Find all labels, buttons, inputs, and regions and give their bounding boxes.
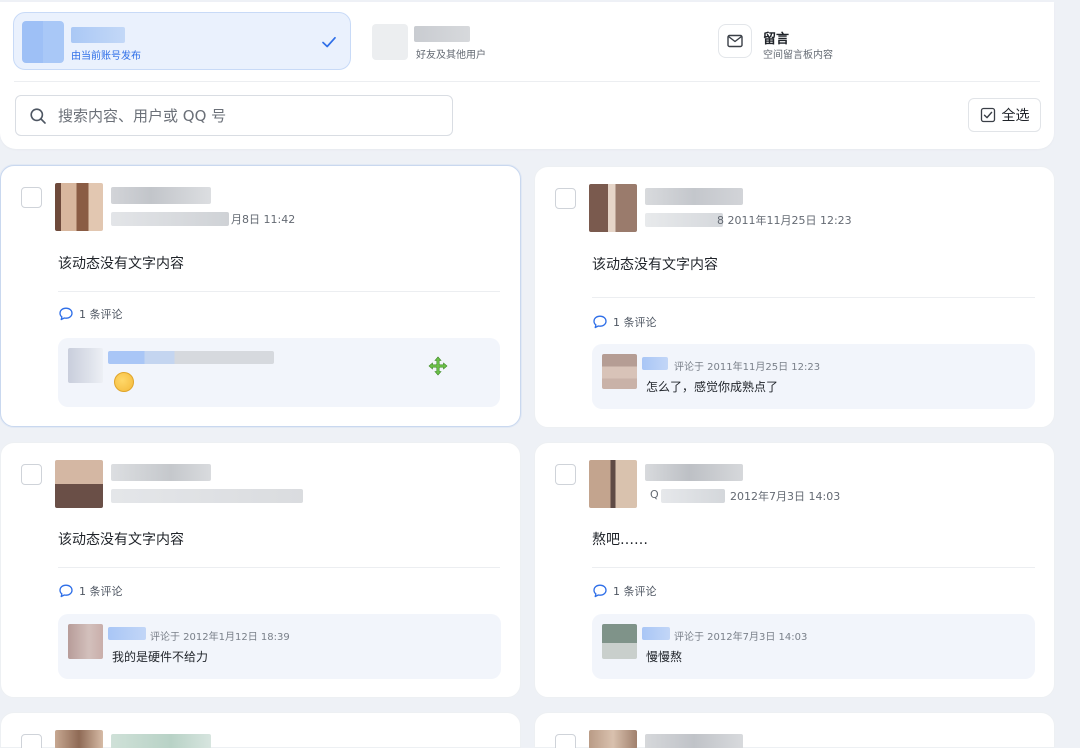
filter-tab-guestbook-subtitle: 空间留言板内容	[763, 50, 833, 61]
comment-count[interactable]: 1 条评论	[58, 306, 123, 322]
filter-tab-friends[interactable]: 好友及其他用户	[370, 12, 670, 70]
avatar	[22, 21, 64, 63]
avatar	[589, 184, 637, 232]
account-name-blurred	[71, 27, 125, 43]
comment-icon	[593, 584, 607, 598]
post-card[interactable]: 该动态没有文字内容 1 条评论 评论于 2012年1月12日 18:39 我的是…	[0, 442, 521, 698]
divider	[58, 567, 500, 568]
username-blurred	[645, 464, 743, 481]
post-card[interactable]	[0, 712, 521, 748]
post-card[interactable]	[534, 712, 1055, 748]
divider	[592, 297, 1035, 298]
post-checkbox[interactable]	[555, 464, 576, 485]
filter-tab-guestbook-title: 留言	[763, 32, 790, 47]
comment-text: 怎么了，感觉你成熟点了	[646, 380, 779, 394]
username-blurred	[111, 734, 211, 748]
comment-icon	[59, 584, 73, 598]
friends-title-blurred	[414, 26, 470, 42]
post-checkbox[interactable]	[555, 734, 576, 748]
comment-item: 评论于 2011年11月25日 12:23 怎么了，感觉你成熟点了	[592, 344, 1035, 409]
mail-icon	[718, 24, 752, 58]
filter-tab-mine[interactable]: 由当前账号发布	[13, 12, 351, 70]
avatar	[589, 460, 637, 508]
post-date: 8 2011年11月25日 12:23	[717, 214, 852, 227]
checkbox-icon	[980, 107, 995, 123]
qq-number-blurred	[645, 213, 723, 227]
avatar	[55, 730, 103, 748]
post-text: 熬吧……	[592, 532, 648, 548]
username-blurred	[645, 188, 743, 205]
comment-item: 评论于 2012年1月12日 18:39 我的是硬件不给力	[58, 614, 501, 679]
comment-meta: 评论于 2012年1月12日 18:39	[150, 632, 290, 643]
post-text: 该动态没有文字内容	[58, 256, 184, 272]
comment-item: 评论于 2012年7月3日 14:03 慢慢熬	[592, 614, 1035, 679]
username-blurred	[111, 187, 211, 204]
commenter-name-blurred	[642, 357, 668, 370]
friends-thumbnail	[372, 24, 408, 60]
divider	[58, 291, 500, 292]
commenter-avatar	[602, 354, 637, 389]
search-icon	[30, 108, 46, 124]
comment-icon	[593, 315, 607, 329]
post-text: 该动态没有文字内容	[592, 257, 718, 273]
avatar	[55, 183, 103, 231]
commenter-name-blurred	[108, 627, 146, 640]
comment-icon	[59, 307, 73, 321]
yawning-face-icon	[114, 372, 134, 392]
qq-number-blurred	[661, 489, 725, 503]
comment-meta: 评论于 2012年7月3日 14:03	[674, 632, 808, 643]
avatar	[55, 460, 103, 508]
comment-count-label: 1 条评论	[613, 585, 657, 598]
comment-text: 我的是硬件不给力	[112, 650, 209, 664]
comment-meta: 评论于 2011年11月25日 12:23	[674, 362, 821, 373]
filter-tab-guestbook[interactable]: 留言 空间留言板内容	[716, 12, 1016, 70]
post-checkbox[interactable]	[21, 464, 42, 485]
comment-count[interactable]: 1 条评论	[592, 314, 657, 330]
select-all-label: 全选	[1001, 108, 1030, 124]
commenter-name-blurred	[642, 627, 670, 640]
comment-count[interactable]: 1 条评论	[592, 583, 657, 599]
comment-count-label: 1 条评论	[79, 585, 123, 598]
select-all-button[interactable]: 全选	[968, 98, 1041, 132]
post-text: 该动态没有文字内容	[58, 532, 184, 548]
comment-count-label: 1 条评论	[79, 308, 123, 321]
post-date: 2012年7月3日 14:03	[730, 490, 841, 503]
post-date: 月8日 11:42	[231, 213, 296, 226]
avatar	[589, 730, 637, 748]
commenter-avatar	[68, 348, 103, 383]
commenter-name-blurred	[108, 351, 274, 364]
divider	[14, 81, 1040, 82]
post-card[interactable]: 8 2011年11月25日 12:23 该动态没有文字内容 1 条评论 评论于 …	[534, 166, 1055, 428]
post-card[interactable]: Q 2012年7月3日 14:03 熬吧…… 1 条评论 评论于 2012年7月…	[534, 442, 1055, 698]
check-icon	[322, 36, 336, 48]
search-input[interactable]	[58, 96, 448, 135]
qq-number-blurred	[111, 212, 229, 226]
comment-count-label: 1 条评论	[613, 316, 657, 329]
post-checkbox[interactable]	[21, 734, 42, 748]
search-box	[15, 95, 453, 136]
filter-tab-friends-subtitle: 好友及其他用户	[416, 50, 486, 61]
username-blurred	[645, 734, 743, 748]
commenter-avatar	[68, 624, 103, 659]
divider	[592, 567, 1035, 568]
commenter-avatar	[602, 624, 637, 659]
filter-tab-mine-subtitle: 由当前账号发布	[71, 51, 141, 62]
post-checkbox[interactable]	[21, 187, 42, 208]
comment-item	[58, 338, 500, 407]
move-cursor-icon	[428, 356, 448, 376]
comment-text: 慢慢熬	[646, 650, 683, 664]
comment-count[interactable]: 1 条评论	[58, 583, 123, 599]
filter-panel: 由当前账号发布 好友及其他用户 留言 空间留言板内容 全选	[0, 2, 1054, 149]
post-card[interactable]: 月8日 11:42 该动态没有文字内容 1 条评论	[0, 165, 521, 427]
qq-prefix: Q	[650, 488, 659, 501]
qq-number-blurred	[111, 489, 303, 503]
username-blurred	[111, 464, 211, 481]
post-checkbox[interactable]	[555, 188, 576, 209]
